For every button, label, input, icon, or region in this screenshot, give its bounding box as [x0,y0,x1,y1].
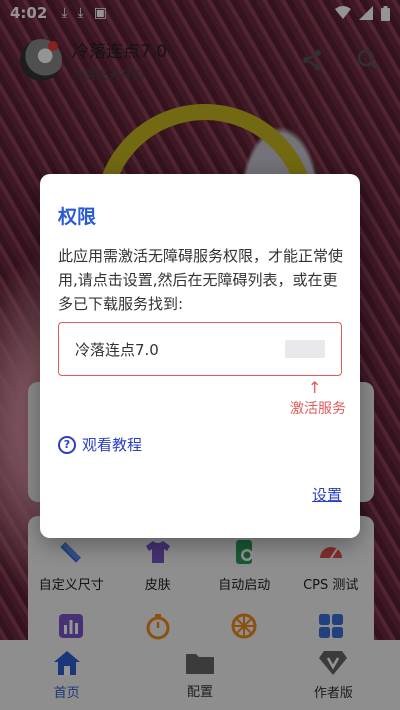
service-toggle-placeholder [285,340,325,358]
service-name: 冷落连点7.0 [75,340,159,359]
activate-service-hint: 激活服务 [290,401,346,417]
arrow-up-icon: ↑ [308,378,322,397]
settings-button[interactable]: 设置 [312,484,342,505]
help-circle-icon: ? [58,435,76,454]
permission-dialog: 权限 此应用需激活无障碍服务权限，才能正常使用,请点击设置,然后在无障碍列表，或… [40,174,360,538]
dialog-message: 此应用需激活无障碍服务权限，才能正常使用,请点击设置,然后在无障碍列表，或在更多… [58,247,344,313]
dialog-title: 权限 [58,206,97,228]
accessibility-service-item[interactable]: 冷落连点7.0 [58,322,342,376]
watch-tutorial-link[interactable]: ? 观看教程 [58,434,142,455]
tutorial-label: 观看教程 [82,436,143,454]
